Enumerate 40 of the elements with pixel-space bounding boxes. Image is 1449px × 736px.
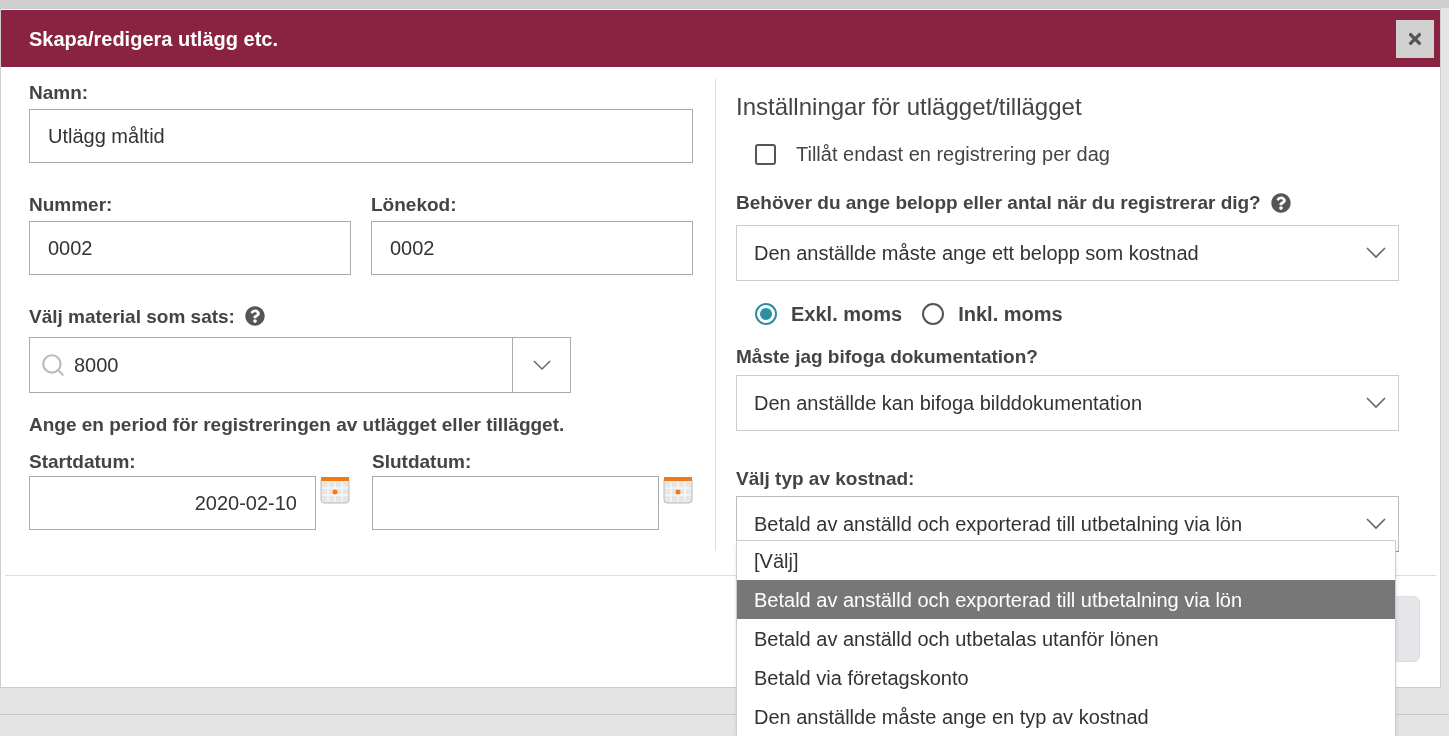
field-label: Startdatum: xyxy=(29,449,137,474)
chevron-down-icon xyxy=(1366,518,1386,531)
select-dropdown[interactable]: Den anställde kan bifoga bilddokumentation xyxy=(736,374,1399,431)
field-label: Måste jag bifoga dokumentation? xyxy=(736,344,1039,369)
chevron-down-icon xyxy=(1366,396,1386,409)
field-label: Nummer: xyxy=(29,192,114,217)
close-button[interactable] xyxy=(1396,19,1434,58)
help-icon[interactable] xyxy=(244,306,265,327)
field-label: Namn: xyxy=(29,81,90,105)
search-field[interactable]: 8000 xyxy=(29,337,513,394)
checkbox-label: Tillåt endast en registrering per dag xyxy=(796,142,1110,167)
calendar-icon[interactable] xyxy=(320,475,350,504)
chevron-down-icon xyxy=(1366,246,1386,259)
dialog-title: Skapa/redigera utlägg etc. xyxy=(29,26,278,52)
dropdown-option[interactable]: Den anställde måste ange en typ av kostnad xyxy=(737,697,1395,736)
field-label: Välj material som sats: xyxy=(29,304,235,329)
text-field[interactable]: 0002 xyxy=(29,220,351,275)
field-label: Lönekod: xyxy=(371,192,458,217)
search-icon xyxy=(40,352,66,379)
dropdown-option[interactable]: Betald av anställd och utbetalas utanför lönen xyxy=(737,619,1395,658)
text-field[interactable]: Utlägg måltid xyxy=(29,108,693,163)
field-label: Behöver du ange belopp eller antal när du registrerar dig? xyxy=(736,191,1261,215)
radio-button[interactable] xyxy=(755,302,777,325)
text-field[interactable]: 2020-02-10 xyxy=(29,475,316,530)
chevron-down-icon xyxy=(532,359,551,371)
radio-button[interactable] xyxy=(922,302,945,325)
section-heading: Inställningar för utlägget/tillägget xyxy=(736,92,1083,122)
field-label: Slutdatum: xyxy=(372,449,473,474)
radio-label: Inkl. moms xyxy=(958,301,1063,327)
text-field[interactable]: 0002 xyxy=(371,220,693,275)
select-dropdown[interactable]: Den anställde måste ange ett belopp som kostnad xyxy=(736,224,1399,281)
period-instruction: Ange en period för registreringen av utlägget eller tillägget. xyxy=(29,413,566,438)
checkbox[interactable] xyxy=(755,143,776,165)
help-icon[interactable] xyxy=(1270,192,1291,213)
dropdown-option[interactable]: Betald via företagskonto xyxy=(737,658,1395,697)
dropdown-option[interactable]: Betald av anställd och exporterad till utbetalning via lön xyxy=(737,580,1395,619)
calendar-icon[interactable] xyxy=(663,475,693,504)
field-label: Välj typ av kostnad: xyxy=(736,466,916,491)
text-field[interactable] xyxy=(372,475,659,530)
radio-label: Exkl. moms xyxy=(791,301,903,327)
